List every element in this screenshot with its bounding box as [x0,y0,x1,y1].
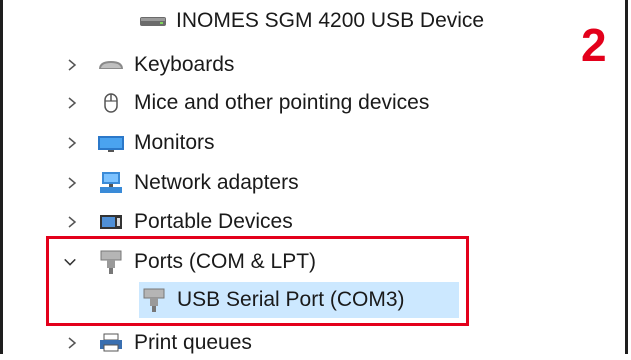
keyboard-icon [96,52,126,78]
tree-item-monitors[interactable]: Monitors [96,126,215,160]
chevron-right-icon [68,137,77,149]
chevron-right-icon [68,337,77,349]
chevron-right-icon [68,97,77,109]
expand-chevron[interactable] [65,86,79,120]
expand-chevron[interactable] [65,166,79,200]
tree-item-label: Network adapters [134,171,299,194]
tree-item-label: INOMES SGM 4200 USB Device [176,9,485,32]
mouse-icon [96,90,126,116]
chevron-right-icon [68,216,77,228]
expand-chevron[interactable] [65,126,79,160]
network-adapter-icon [96,170,126,196]
chevron-right-icon [68,177,77,189]
tree-item-network-adapters[interactable]: Network adapters [96,166,299,200]
tree-item-label: Portable Devices [134,210,293,233]
tree-item-print-queues[interactable]: Print queues [96,326,252,360]
monitor-icon [96,130,126,156]
annotation-highlight-box [46,236,469,326]
tree-item-label: Keyboards [134,53,235,76]
expand-chevron[interactable] [65,48,79,82]
tree-item-label: Print queues [134,331,252,354]
tree-item-label: Monitors [134,131,215,154]
printer-icon [96,330,126,356]
tree-item-portable-devices[interactable]: Portable Devices [96,205,293,239]
tree-item-label: Mice and other pointing devices [134,91,430,114]
tree-item-mice[interactable]: Mice and other pointing devices [96,86,429,120]
drive-icon [138,8,168,34]
expand-chevron[interactable] [65,205,79,239]
portable-device-icon [96,209,126,235]
tree-item-inomes-device[interactable]: INOMES SGM 4200 USB Device [138,4,484,38]
step-number-annotation: 2 [581,19,607,71]
chevron-right-icon [68,59,77,71]
tree-item-keyboards[interactable]: Keyboards [96,48,234,82]
device-manager-panel: INOMES SGM 4200 USB Device Keyboards Mic… [0,0,628,354]
expand-chevron[interactable] [65,326,79,360]
